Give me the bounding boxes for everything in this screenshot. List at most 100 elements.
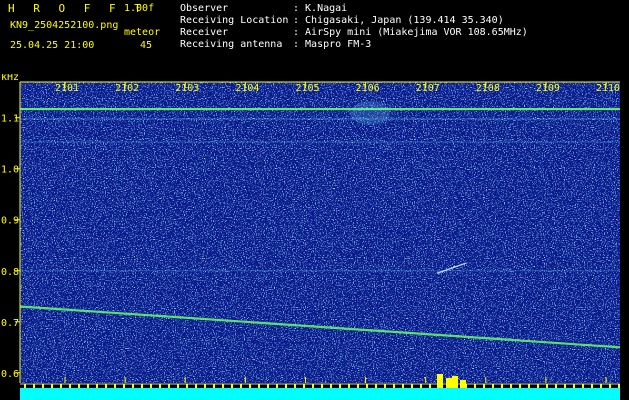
activity-tick	[42, 384, 44, 388]
info-label: Receiving antenna	[180, 39, 283, 50]
activity-tick	[222, 384, 224, 388]
meteor-activity-peak	[446, 378, 452, 388]
activity-tick	[501, 384, 503, 388]
info-label: Observer	[180, 3, 229, 14]
activity-tick	[69, 384, 71, 388]
x-tick-label: 2104	[235, 83, 259, 94]
meteor-count: 45	[140, 40, 153, 51]
y-tick-label: 0.7	[1, 318, 19, 329]
info-value: : AirSpy mini (Miakejima VOR 108.65MHz)	[293, 27, 528, 38]
activity-tick	[96, 384, 98, 388]
activity-tick	[150, 384, 152, 388]
x-tick-label: 2102	[115, 83, 139, 94]
x-tick-label: 2106	[356, 83, 380, 94]
activity-tick	[60, 384, 62, 388]
activity-tick	[339, 384, 341, 388]
activity-tick	[240, 384, 242, 388]
meteor-activity-peak	[460, 380, 466, 388]
header-panel: H R O F F T 1.00f KN9_2504252100.png met…	[0, 0, 629, 74]
info-antenna: Receiving antenna : Maspro FM-3	[180, 39, 371, 51]
info-location: Receiving Location : Chigasaki, Japan (13…	[180, 15, 504, 27]
activity-tick	[330, 384, 332, 388]
activity-tick	[609, 384, 611, 388]
info-observer: Observer: K.Nagai	[180, 3, 347, 15]
activity-tick	[375, 384, 377, 388]
x-tick-label: 2105	[295, 83, 319, 94]
activity-tick	[177, 384, 179, 388]
activity-tick	[195, 384, 197, 388]
y-tick-label: 0.8	[1, 267, 19, 278]
activity-tick	[582, 384, 584, 388]
activity-tick	[564, 384, 566, 388]
activity-tick	[141, 384, 143, 388]
activity-tick	[546, 384, 548, 388]
activity-tick	[366, 384, 368, 388]
meteor-activity-peak	[437, 374, 443, 388]
activity-tick	[24, 384, 26, 388]
activity-strip	[20, 388, 620, 400]
activity-tick	[303, 384, 305, 388]
x-tick-label: 2103	[175, 83, 199, 94]
info-value: : Chigasaki, Japan (139.414 35.340)	[293, 15, 504, 26]
activity-tick	[132, 384, 134, 388]
spectrogram-background	[0, 74, 629, 400]
activity-tick	[402, 384, 404, 388]
y-tick-label: 1.1	[1, 114, 19, 125]
activity-tick	[411, 384, 413, 388]
y-tick-label: 0.9	[1, 216, 19, 227]
activity-tick	[276, 384, 278, 388]
activity-tick	[285, 384, 287, 388]
x-tick-label: 2110	[596, 83, 620, 94]
activity-tick	[186, 384, 188, 388]
activity-tick	[393, 384, 395, 388]
activity-tick	[357, 384, 359, 388]
meteor-label: meteor	[124, 27, 161, 38]
activity-tick	[384, 384, 386, 388]
activity-tick	[114, 384, 116, 388]
activity-tick	[312, 384, 314, 388]
info-value: : Maspro FM-3	[293, 39, 372, 50]
activity-tick	[33, 384, 35, 388]
filename-label: KN9_2504252100.png	[10, 20, 119, 31]
activity-tick	[87, 384, 89, 388]
activity-tick	[519, 384, 521, 388]
activity-tick	[294, 384, 296, 388]
y-tick-label: 0.6	[1, 369, 19, 380]
info-label: Receiving Location	[180, 15, 289, 26]
activity-tick	[510, 384, 512, 388]
version-label: 1.00f	[124, 3, 155, 14]
activity-tick	[537, 384, 539, 388]
activity-tick	[123, 384, 125, 388]
meteor-echo-blob	[350, 101, 390, 126]
x-tick-label: 2109	[536, 83, 560, 94]
info-label: Receiver	[180, 27, 229, 38]
activity-tick	[168, 384, 170, 388]
activity-tick	[249, 384, 251, 388]
x-tick-label: 2101	[55, 83, 79, 94]
activity-tick	[105, 384, 107, 388]
activity-tick	[492, 384, 494, 388]
activity-tick	[159, 384, 161, 388]
y-axis-label: kHz	[1, 74, 19, 83]
activity-tick	[51, 384, 53, 388]
noise-layer-green	[20, 82, 620, 383]
activity-tick	[591, 384, 593, 388]
activity-tick	[555, 384, 557, 388]
activity-tick	[474, 384, 476, 388]
activity-tick	[267, 384, 269, 388]
activity-tick	[348, 384, 350, 388]
activity-tick	[321, 384, 323, 388]
activity-tick	[231, 384, 233, 388]
info-receiver: Receiver : AirSpy mini (Miakejima VOR 108…	[180, 27, 528, 39]
activity-tick	[618, 384, 620, 388]
activity-tick	[78, 384, 80, 388]
activity-tick	[573, 384, 575, 388]
meteor-activity-peak	[452, 376, 458, 388]
spectrogram-chart: 1.1 1.0 0.9 0.8 0.7 0.6 kHz 2101 2102 2103 2104 210…	[0, 74, 629, 400]
x-tick-label: 2108	[476, 83, 500, 94]
y-tick-label: 1.0	[1, 165, 19, 176]
activity-tick	[429, 384, 431, 388]
activity-tick	[483, 384, 485, 388]
activity-tick	[528, 384, 530, 388]
activity-tick	[420, 384, 422, 388]
